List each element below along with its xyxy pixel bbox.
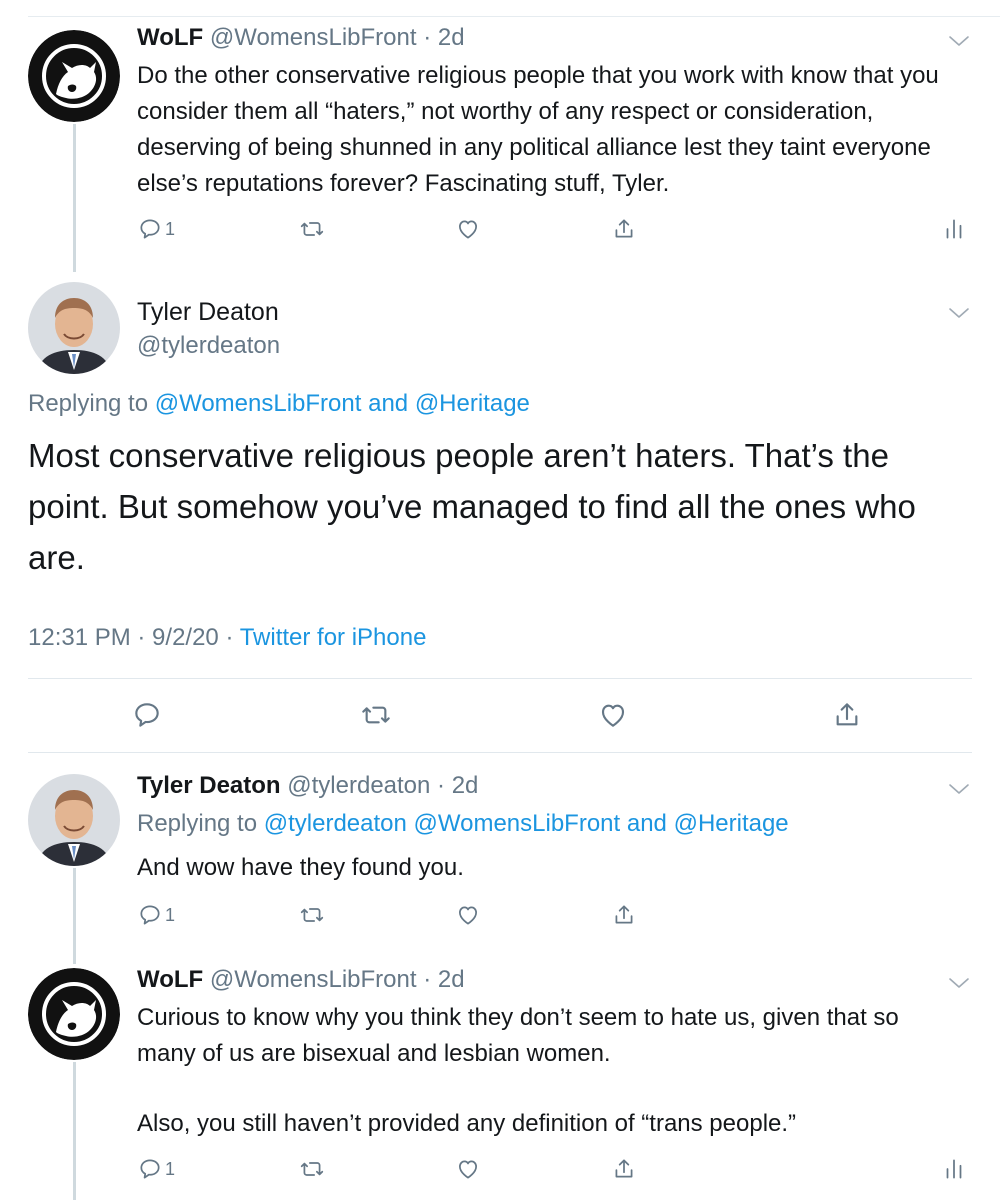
chevron-down-icon[interactable] <box>948 782 970 796</box>
share-icon <box>611 902 637 928</box>
retweet-button[interactable] <box>299 1154 325 1184</box>
mention-link[interactable]: @Heritage <box>415 390 530 417</box>
reply-button[interactable]: 1 <box>137 900 175 930</box>
share-button[interactable] <box>611 1154 637 1184</box>
tweet-text: And wow have they found you. <box>137 854 464 881</box>
like-button[interactable] <box>455 214 481 244</box>
analytics-button[interactable] <box>941 1154 967 1184</box>
share-button[interactable] <box>831 698 863 732</box>
main-tweet-text: Most conservative religious people aren’… <box>28 437 916 576</box>
retweet-icon <box>360 699 392 731</box>
author-name[interactable]: WoLF <box>137 966 203 993</box>
tweet-timestamp: 12:31 PM · 9/2/20 · Twitter for iPhone <box>28 624 426 652</box>
replying-and[interactable]: and <box>627 810 667 837</box>
share-icon <box>831 699 863 731</box>
chevron-down-icon[interactable] <box>948 976 970 990</box>
tweet-header: WoLF @WomensLibFront · 2d <box>137 24 465 52</box>
thread-line <box>73 868 76 964</box>
reply-count: 1 <box>165 1158 176 1179</box>
mention-link[interactable]: @WomensLibFront <box>155 390 362 417</box>
like-button[interactable] <box>455 900 481 930</box>
tweet-paragraph: Also, you still haven’t provided any def… <box>137 1110 797 1137</box>
like-button[interactable] <box>455 1154 481 1184</box>
wolf-logo-avatar[interactable] <box>28 30 120 122</box>
timestamp[interactable]: 12:31 PM · 9/2/20 · <box>28 624 233 651</box>
reply-icon <box>137 902 163 928</box>
divider <box>28 678 972 679</box>
thread-line <box>73 124 76 272</box>
chevron-down-icon[interactable] <box>948 34 970 48</box>
reply-icon <box>137 216 163 242</box>
share-button[interactable] <box>611 214 637 244</box>
like-button[interactable] <box>597 698 629 732</box>
replying-prefix: Replying to <box>28 390 149 417</box>
reply-count: 1 <box>165 904 176 925</box>
retweet-icon <box>299 1156 325 1182</box>
replying-to: Replying to @WomensLibFront and @Heritag… <box>28 390 530 418</box>
reply-count: 1 <box>165 218 176 239</box>
reply-icon <box>137 1156 163 1182</box>
person-avatar[interactable] <box>28 282 120 374</box>
analytics-icon <box>941 1156 967 1182</box>
author-handle-time[interactable]: @WomensLibFront · 2d <box>210 24 465 51</box>
author-handle-time[interactable]: @WomensLibFront · 2d <box>210 966 465 993</box>
retweet-icon <box>299 216 325 242</box>
like-icon <box>455 1156 481 1182</box>
replying-and[interactable]: and <box>368 390 408 417</box>
top-divider <box>28 16 1000 17</box>
main-tweet-actions <box>0 698 1000 732</box>
retweet-button[interactable] <box>299 900 325 930</box>
replying-to: Replying to @tylerdeaton @WomensLibFront… <box>137 810 789 838</box>
tweet-paragraph: Curious to know why you think they don’t… <box>137 1004 899 1067</box>
reply-button[interactable] <box>131 698 163 732</box>
author-handle[interactable]: @tylerdeaton <box>137 332 280 360</box>
wolf-logo-avatar[interactable] <box>28 968 120 1060</box>
reply-button[interactable]: 1 <box>137 1154 175 1184</box>
reply-button[interactable]: 1 <box>137 214 175 244</box>
tweet-actions: 1 <box>137 214 997 244</box>
replying-prefix: Replying to <box>137 810 258 837</box>
mention-link[interactable]: @tylerdeaton @WomensLibFront <box>264 810 620 837</box>
retweet-button[interactable] <box>299 214 325 244</box>
tweet-text: Curious to know why you think they don’t… <box>137 1000 960 1142</box>
thread-line <box>73 1062 76 1200</box>
share-button[interactable] <box>611 900 637 930</box>
like-icon <box>455 902 481 928</box>
tweet-text: Do the other conservative religious peop… <box>137 62 939 197</box>
share-icon <box>611 216 637 242</box>
like-icon <box>597 699 629 731</box>
divider <box>28 752 972 753</box>
source-link[interactable]: Twitter for iPhone <box>240 624 427 651</box>
author-name[interactable]: Tyler Deaton <box>137 772 281 799</box>
like-icon <box>455 216 481 242</box>
retweet-button[interactable] <box>360 698 392 732</box>
author-handle-time[interactable]: @tylerdeaton · 2d <box>287 772 478 799</box>
mention-link[interactable]: @Heritage <box>674 810 789 837</box>
retweet-icon <box>299 902 325 928</box>
author-name[interactable]: Tyler Deaton <box>137 298 279 327</box>
analytics-button[interactable] <box>941 214 967 244</box>
analytics-icon <box>941 216 967 242</box>
reply-icon <box>131 699 163 731</box>
share-icon <box>611 1156 637 1182</box>
tweet-actions: 1 <box>137 900 997 930</box>
person-avatar[interactable] <box>28 774 120 866</box>
chevron-down-icon[interactable] <box>948 306 970 320</box>
tweet-header: Tyler Deaton @tylerdeaton · 2d <box>137 772 478 800</box>
author-name[interactable]: WoLF <box>137 24 203 51</box>
tweet-header: WoLF @WomensLibFront · 2d <box>137 966 465 994</box>
tweet-actions: 1 <box>137 1154 997 1184</box>
